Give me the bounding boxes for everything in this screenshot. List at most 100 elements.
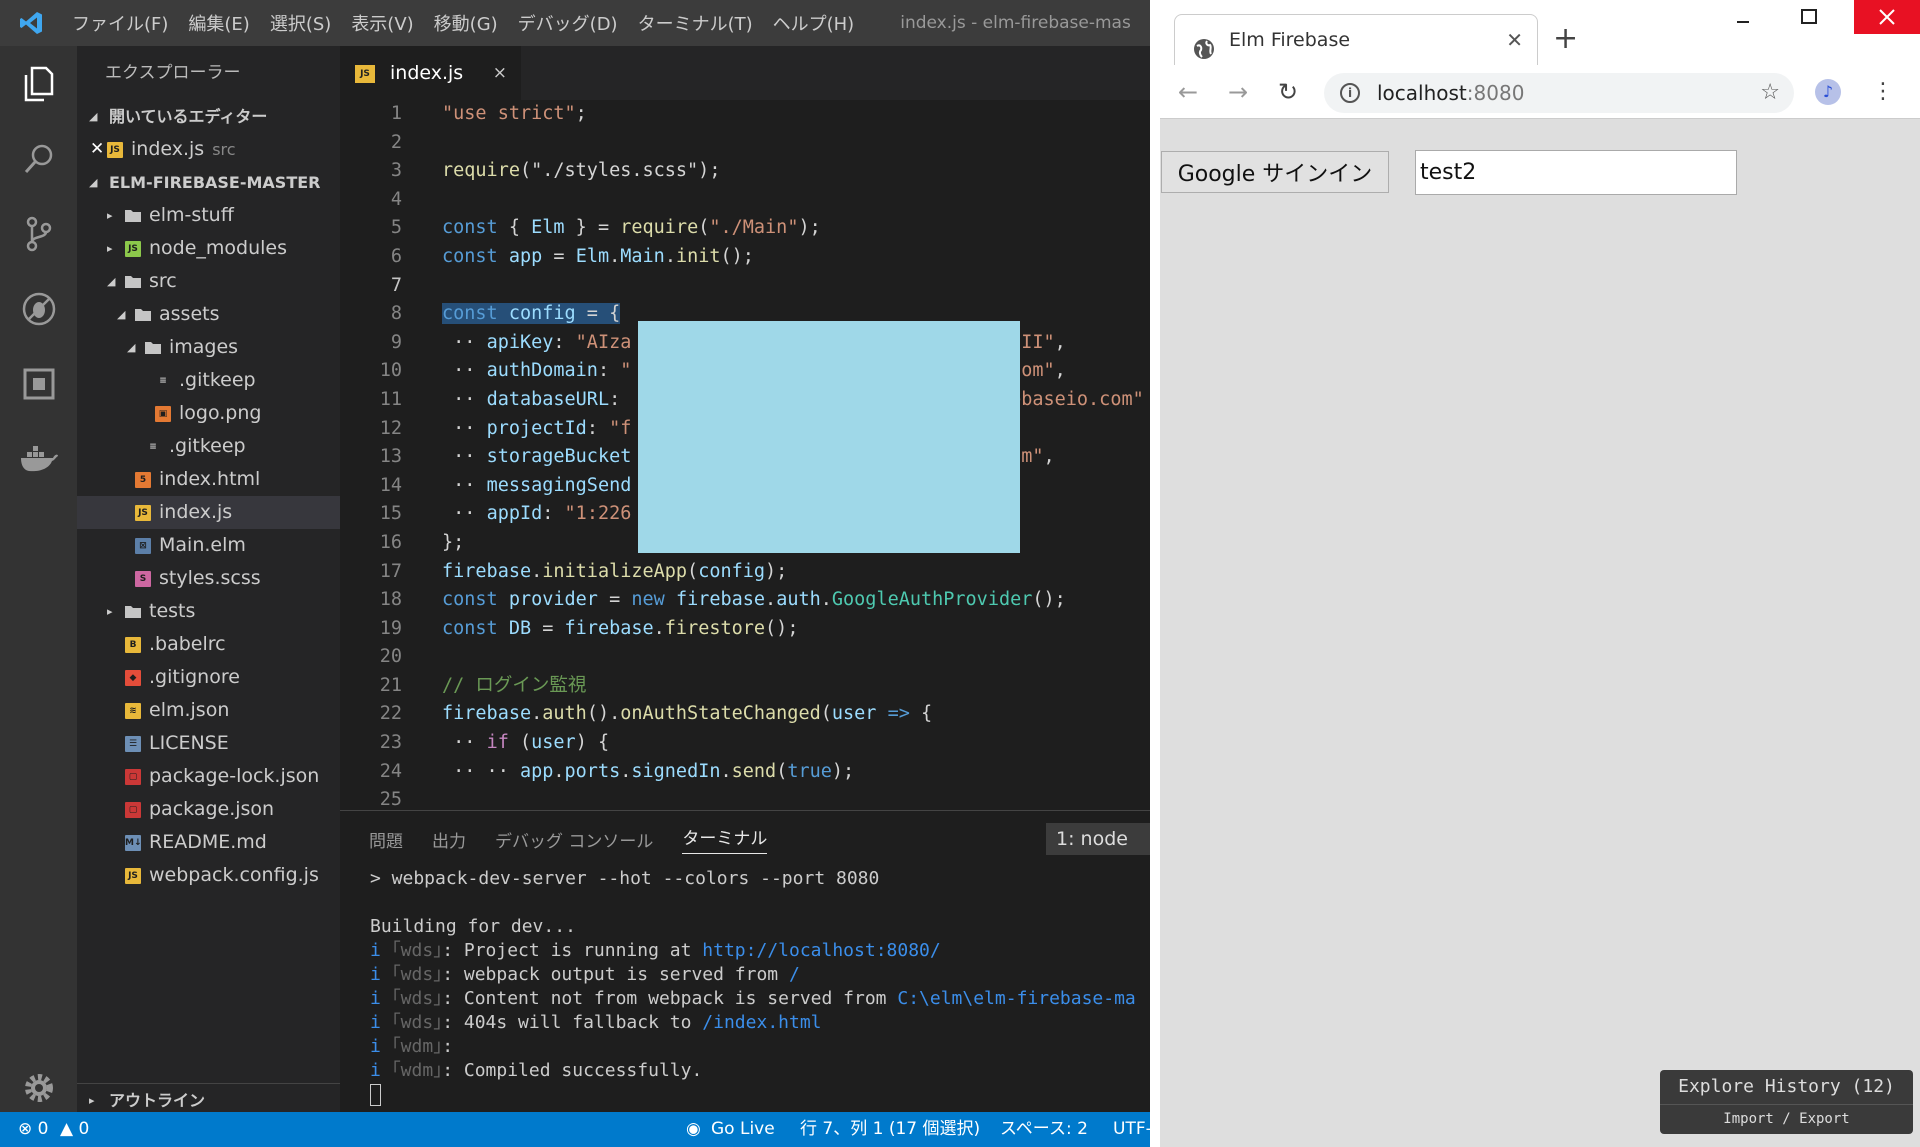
terminal-select[interactable]: 1: node [1046,823,1150,855]
code-token: "use strict" [442,103,576,124]
tree-folder[interactable]: ◢ assets [77,298,340,331]
tree-file[interactable]: ◆ .gitignore [77,661,340,694]
tree-file[interactable]: B .babelrc [77,628,340,661]
tab-index-js[interactable]: JS index.js × [340,46,521,100]
tree-file[interactable]: ⊠ Main.elm [77,529,340,562]
tab-close-icon[interactable]: × [493,46,507,100]
browser-tab[interactable]: Elm Firebase ✕ [1174,14,1538,65]
tree-folder[interactable]: ▸ tests [77,595,340,628]
terminal-line: i ｢wdm｣: Compiled successfully. [370,1059,1150,1083]
tree-file[interactable]: 5 index.html [77,463,340,496]
panel-tab[interactable]: デバッグ コンソール [495,827,653,852]
minimize-icon[interactable] [1710,0,1776,34]
import-export-label[interactable]: Import / Export [1660,1105,1913,1133]
forward-icon[interactable]: → [1228,65,1248,119]
expand-icon[interactable]: ▸ [107,199,113,232]
folder-icon [125,208,141,224]
code-token: const [442,589,498,611]
open-editors-label: 開いているエディター [109,107,268,126]
collapse-icon[interactable]: ◢ [117,298,125,331]
expand-icon[interactable]: ▸ [107,595,113,628]
menu-item[interactable]: ターミナル(T) [628,10,763,36]
search-icon[interactable] [0,121,77,196]
tree-item-label: .babelrc [149,633,226,655]
tree-file[interactable]: ≡ .gitkeep [77,430,340,463]
extensions-icon[interactable] [0,346,77,421]
tree-file[interactable]: M↓ README.md [77,826,340,859]
menu-item[interactable]: 移動(G) [424,10,508,36]
new-tab-icon[interactable]: + [1553,14,1578,64]
cursor-position[interactable]: 行 7、列 1 (17 個選択) [800,1112,980,1147]
license-icon: ☰ [125,736,141,752]
extension-icon[interactable]: ♪ [1815,79,1841,105]
open-editors-header[interactable]: ◢ 開いているエディター [77,100,340,133]
panel-tab[interactable]: ターミナル [682,824,768,854]
code-token: "./Main" [709,217,799,239]
tree-file[interactable]: ▢ package-lock.json [77,760,340,793]
more-menu-icon[interactable]: ⋮ [1872,65,1894,119]
explorer-icon[interactable] [0,46,77,121]
terminal-line: Building for dev... [370,915,1150,939]
code-token: ( [698,217,710,239]
panel-tab[interactable]: 問題 [369,827,403,852]
menu-item[interactable]: 表示(V) [341,10,423,36]
tree-file[interactable]: ≡ .gitkeep [77,364,340,397]
code-token: projectId [486,417,587,439]
terminal-output[interactable]: > webpack-dev-server --hot --colors --po… [340,867,1150,1107]
menu-item[interactable]: ヘルプ(H) [763,10,865,36]
address-bar[interactable]: i localhost:8080 ☆ [1324,73,1794,113]
docker-icon[interactable] [0,421,77,496]
tree-file[interactable]: ▣ logo.png [77,397,340,430]
code-token [497,303,509,325]
terminal-token: ｢wds｣ [391,940,443,961]
window-close-icon[interactable] [1854,0,1920,34]
explore-history-button[interactable]: Explore History (12) Import / Export [1660,1070,1913,1134]
tree-file[interactable]: JS webpack.config.js [77,859,340,892]
back-icon[interactable]: ← [1178,65,1198,119]
project-header[interactable]: ◢ ELM-FIREBASE-MASTER [77,166,340,199]
tree-file[interactable]: ≋ elm.json [77,694,340,727]
panel-tab[interactable]: 出力 [432,827,466,852]
tree-file[interactable]: Sstyles.scss [77,562,340,595]
collapse-icon: ◢ [89,176,98,189]
code-line: 5 const { Elm } = require("./Main"); [340,214,1150,243]
close-icon[interactable]: ✕ [90,133,104,166]
tree-file[interactable]: ▸ JS node_modules [77,232,340,265]
menu-item[interactable]: 選択(S) [260,10,341,36]
code-token: storageBucket [486,446,632,468]
indent-status[interactable]: スペース: 2 [1000,1112,1088,1147]
tree-folder[interactable]: ◢ images [77,331,340,364]
tree-folder[interactable]: ◢ src [77,265,340,298]
info-icon[interactable]: i [1340,83,1360,103]
menu-item[interactable]: ファイル(F) [62,10,178,36]
terminal-token: i [370,1036,381,1057]
text-input[interactable] [1415,150,1737,195]
warnings-status[interactable]: ▲ 0 [60,1112,89,1147]
source-control-icon[interactable] [0,196,77,271]
menu-item[interactable]: 編集(E) [178,10,259,36]
bookmark-star-icon[interactable]: ☆ [1760,73,1780,113]
menu-item[interactable]: デバッグ(D) [508,10,628,36]
errors-status[interactable]: ⊗ 0 [18,1112,48,1147]
golive-status[interactable]: Go Live [711,1112,775,1147]
project-label: ELM-FIREBASE-MASTER [109,173,321,192]
tab-close-icon[interactable]: ✕ [1506,15,1523,65]
tree-file[interactable]: ☰ LICENSE [77,727,340,760]
terminal-cursor-line [370,1083,1150,1107]
open-editor-filename: index.js [131,138,205,160]
collapse-icon[interactable]: ◢ [127,331,135,364]
tree-file[interactable]: JS index.js [77,496,340,529]
tree-item-label: index.js [159,501,233,523]
tree-file[interactable]: ▢ package.json [77,793,340,826]
open-editor-item[interactable]: ✕ JS index.js src [77,133,340,166]
reload-icon[interactable]: ↻ [1278,65,1298,119]
tree-folder[interactable]: ▸ elm-stuff [77,199,340,232]
google-signin-button[interactable]: Google サインイン [1161,151,1389,193]
line-number: 1 [390,103,402,124]
open-editor-label: index.js src [131,133,236,166]
collapse-icon[interactable]: ◢ [107,265,115,298]
maximize-icon[interactable] [1776,0,1842,34]
expand-icon[interactable]: ▸ [107,232,113,265]
encoding-status[interactable]: UTF- [1113,1112,1150,1147]
debug-icon[interactable] [0,271,77,346]
